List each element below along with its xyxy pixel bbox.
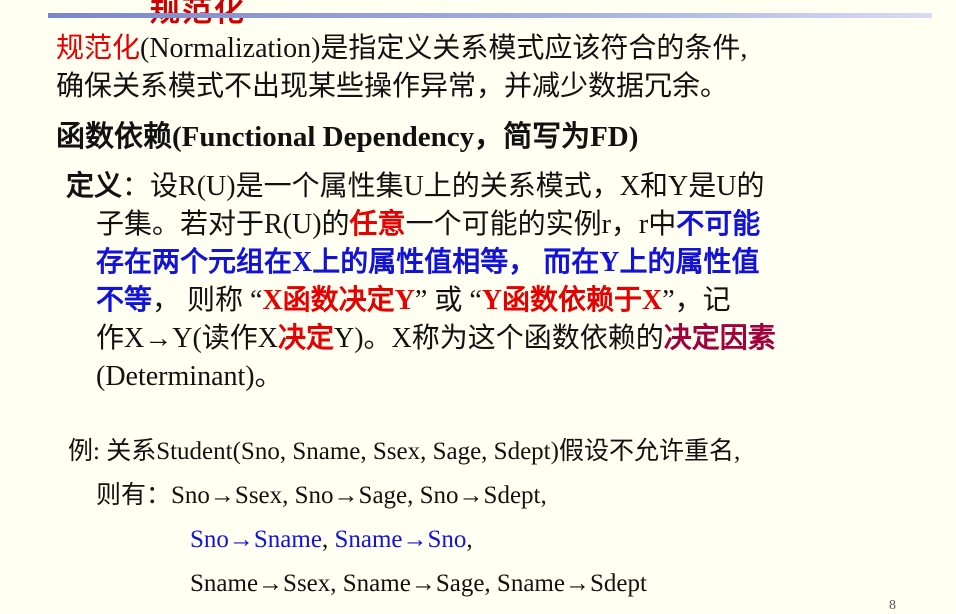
definition-line-4: 不等， 则称 “X函数决定Y” 或 “Y函数依赖于X”，记 [66, 282, 776, 320]
intro-line-1-text: (Normalization)是指定义关系模式应该符合的条件, [140, 33, 748, 64]
definition-text: Y)。X称为这个函数依赖的 [334, 323, 664, 354]
keyword-determine: 决定 [278, 323, 335, 354]
definition-text: 作X→Y(读作X [96, 323, 278, 354]
definition-line-1-text: 设R(U)是一个属性集U上的关系模式，X和Y是U的 [150, 171, 765, 202]
fd-heading: 函数依赖(Functional Dependency，简写为FD) [56, 121, 639, 153]
example-line-4: Sname→Ssex, Sname→Sage, Sname→Sdept [190, 570, 647, 597]
example-label: 则有： [96, 482, 172, 509]
keyword-determinant: 决定因素 [663, 323, 776, 354]
example-line-2: 则有：Sno→Ssex, Sno→Sage, Sno→Sdept, [68, 474, 740, 518]
definition-label: 定义 [66, 171, 123, 202]
example-deps: Sno→Ssex, Sno→Sage, Sno→Sdept, [171, 482, 547, 509]
keyword-unequal: 不等 [96, 285, 153, 316]
definition-text: 一个可能的实例r，r中 [405, 209, 677, 240]
dep-sno-sname: Sno→Sname [190, 526, 322, 553]
example-line-3: Sno→Sname, Sname→Sno, [68, 518, 740, 562]
definition-colon: ： [122, 171, 151, 202]
definition-text: ” 或 “ [414, 285, 482, 316]
definition-line-5: 作X→Y(读作X决定Y)。X称为这个函数依赖的决定因素 [66, 320, 776, 358]
dep-sname-sno: Sname→Sno [334, 526, 467, 553]
keyword-y-depends-on-x: Y函数依赖于X [481, 285, 663, 316]
definition-line-2: 子集。若对于R(U)的任意一个可能的实例r，r中不可能 [66, 206, 776, 244]
example-block: 例: 关系Student(Sno, Sname, Ssex, Sage, Sde… [68, 430, 740, 606]
definition-text: 子集。若对于R(U)的 [96, 209, 350, 240]
fd-definition: 定义：设R(U)是一个属性集U上的关系模式，X和Y是U的 子集。若对于R(U)的… [66, 168, 776, 396]
keyword-impossible: 不可能 [676, 209, 761, 240]
separator: , [321, 526, 335, 553]
intro-line-1: 规范化(Normalization)是指定义关系模式应该符合的条件, [56, 30, 747, 68]
header-rule [48, 13, 932, 18]
keyword-x-determines-y: X函数决定Y [262, 285, 415, 316]
normalization-paragraph: 规范化(Normalization)是指定义关系模式应该符合的条件, 确保关系模… [56, 30, 747, 106]
definition-line-3: 存在两个元组在X上的属性值相等， 而在Y上的属性值 [96, 247, 760, 278]
separator: , [466, 526, 473, 553]
definition-line-6: (Determinant)。 [96, 361, 283, 392]
page-number: 8 [889, 598, 896, 613]
definition-text: ”，记 [662, 285, 731, 316]
definition-line-1: 定义：设R(U)是一个属性集U上的关系模式，X和Y是U的 [66, 168, 776, 206]
intro-line-2: 确保关系模式不出现某些操作异常，并减少数据冗余。 [56, 71, 729, 102]
normalization-term: 规范化 [56, 33, 141, 64]
keyword-any: 任意 [349, 209, 406, 240]
example-line-1: 例: 关系Student(Sno, Sname, Ssex, Sage, Sde… [68, 438, 741, 465]
definition-text: ， 则称 “ [152, 285, 263, 316]
